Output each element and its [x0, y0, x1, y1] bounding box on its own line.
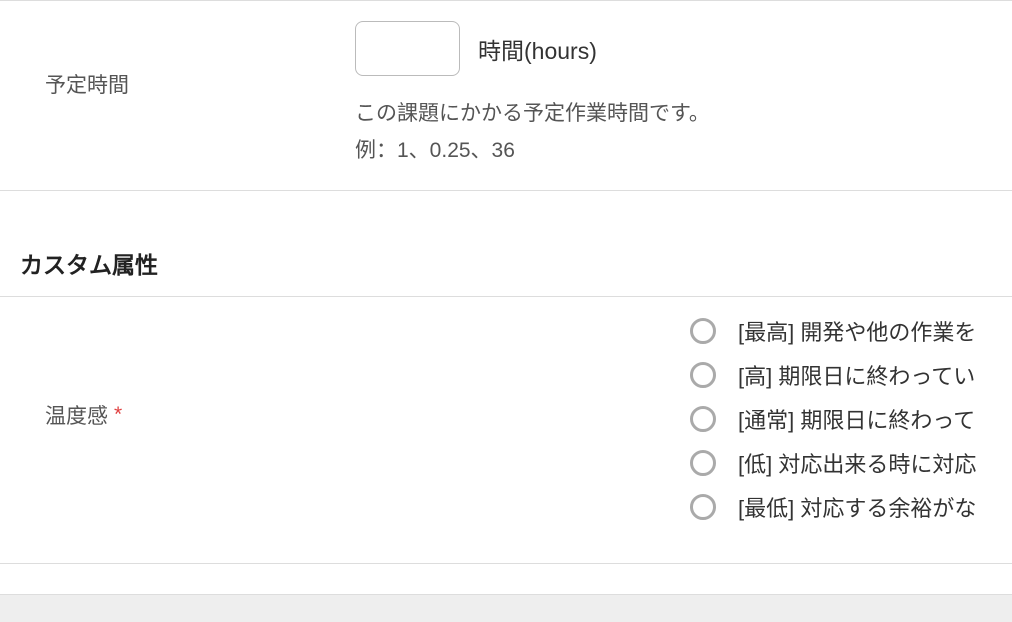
radio-label-text: [最低] 対応する余裕がな: [738, 491, 976, 523]
radio-icon: [690, 450, 716, 476]
radio-label-text: [最高] 開発や他の作業を: [738, 315, 976, 347]
temperature-option-low[interactable]: [低] 対応出来る時に対応: [690, 447, 992, 479]
temperature-option-high[interactable]: [高] 期限日に終わってい: [690, 359, 992, 391]
temperature-radio-group: [最高] 開発や他の作業を [高] 期限日に終わってい [通常] 期限日に終わっ…: [355, 315, 992, 523]
radio-icon: [690, 318, 716, 344]
estimated-time-label: 予定時間: [0, 21, 355, 99]
help-line-2: 例：1、0.25、36: [355, 133, 992, 170]
required-asterisk: *: [114, 403, 122, 427]
temperature-label-col: 温度感 *: [0, 315, 355, 515]
estimated-hours-input[interactable]: [355, 21, 460, 76]
temperature-value-col: [最高] 開発や他の作業を [高] 期限日に終わってい [通常] 期限日に終わっ…: [355, 315, 1012, 535]
radio-icon: [690, 494, 716, 520]
radio-label-text: [通常] 期限日に終わって: [738, 403, 975, 435]
temperature-label: 温度感: [45, 400, 108, 430]
estimated-time-input-group: 時間(hours): [355, 21, 992, 76]
footer-bar: [0, 594, 1012, 622]
estimated-time-row: 予定時間 時間(hours) この課題にかかる予定作業時間です。 例：1、0.2…: [0, 0, 1012, 191]
help-line-1: この課題にかかる予定作業時間です。: [355, 96, 992, 133]
temperature-option-highest[interactable]: [最高] 開発や他の作業を: [690, 315, 992, 347]
temperature-option-normal[interactable]: [通常] 期限日に終わって: [690, 403, 992, 435]
estimated-time-help: この課題にかかる予定作業時間です。 例：1、0.25、36: [355, 96, 992, 170]
estimated-time-value-col: 時間(hours) この課題にかかる予定作業時間です。 例：1、0.25、36: [355, 21, 1012, 170]
custom-attributes-heading: カスタム属性: [0, 216, 1012, 297]
radio-label-text: [低] 対応出来る時に対応: [738, 447, 976, 479]
hours-unit-label: 時間(hours): [478, 32, 597, 66]
radio-icon: [690, 406, 716, 432]
radio-label-text: [高] 期限日に終わってい: [738, 359, 975, 391]
temperature-option-lowest[interactable]: [最低] 対応する余裕がな: [690, 491, 992, 523]
temperature-row: 温度感 * [最高] 開発や他の作業を [高] 期限日に終わってい [通常] 期…: [0, 297, 1012, 564]
radio-icon: [690, 362, 716, 388]
